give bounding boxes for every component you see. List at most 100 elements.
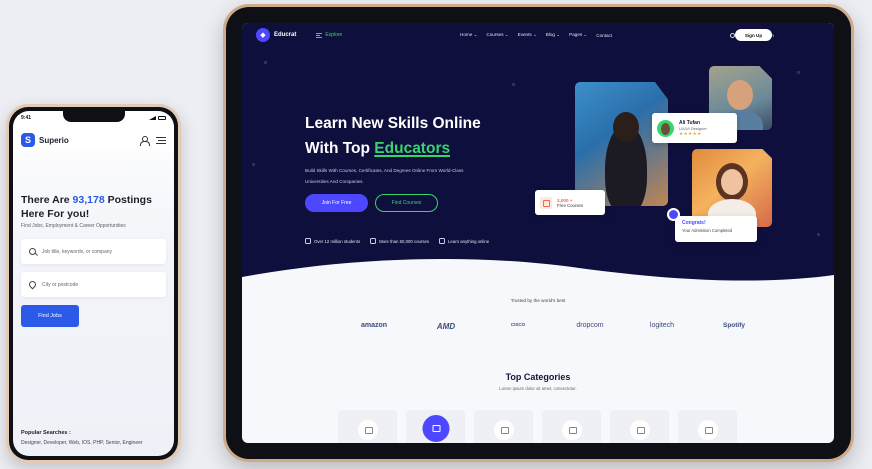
phone-hero: There Are 93,178 Postings Here For you! … bbox=[13, 193, 174, 327]
tablet-screen: ◆ Educrat Explore Home ⌄ Courses ⌄ Event… bbox=[242, 23, 834, 443]
keyword-placeholder: Job title, keywords, or company bbox=[42, 248, 113, 255]
phone-brand: Superio bbox=[39, 135, 69, 145]
category-card[interactable] bbox=[542, 410, 601, 443]
partner-logos: amazon AMD CISCO dropcom logitech Spotif… bbox=[338, 322, 770, 331]
location-field[interactable]: City or postcode bbox=[21, 272, 166, 297]
category-card[interactable] bbox=[338, 410, 397, 443]
congrats-subtitle: Your Admission Completed bbox=[682, 228, 733, 233]
instructor-role: UX/UI Designer bbox=[679, 125, 707, 131]
category-icon bbox=[493, 420, 514, 440]
instructor-card: Ali Tufan UX/UI Designer ★★★★★ bbox=[652, 113, 737, 143]
decor-dot bbox=[817, 233, 820, 236]
join-free-button[interactable]: Join For Free bbox=[305, 194, 368, 212]
category-icon bbox=[561, 420, 582, 440]
explore-menu[interactable]: Explore bbox=[316, 32, 342, 38]
category-icon bbox=[357, 420, 378, 440]
feature-online-label: Learn anything online bbox=[448, 238, 490, 244]
nav-pages[interactable]: Pages ⌄ bbox=[569, 32, 587, 38]
nav-courses[interactable]: Courses ⌄ bbox=[486, 32, 508, 38]
user-icon[interactable] bbox=[140, 135, 150, 146]
hamburger-menu-icon[interactable] bbox=[156, 136, 166, 144]
superio-logo-icon: S bbox=[21, 133, 35, 147]
instructor-avatar bbox=[657, 119, 674, 137]
category-card[interactable] bbox=[678, 410, 737, 443]
courses-icon bbox=[370, 238, 377, 244]
student-head bbox=[613, 112, 639, 142]
category-icon bbox=[697, 420, 718, 440]
hero-prefix: There Are bbox=[21, 194, 73, 206]
category-card[interactable] bbox=[474, 410, 533, 443]
hero-title-prefix: With Top bbox=[305, 140, 375, 157]
decor-dot bbox=[252, 163, 255, 166]
phone-device: 9:41 S Superio There Are 93,178 Postings… bbox=[6, 104, 181, 463]
status-icons bbox=[149, 116, 166, 120]
explore-label: Explore bbox=[325, 32, 343, 38]
student-photo-1 bbox=[575, 82, 668, 206]
category-card-active[interactable] bbox=[406, 410, 465, 443]
nav-contact[interactable]: Contact bbox=[596, 33, 612, 38]
tablet-bezel: ◆ Educrat Explore Home ⌄ Courses ⌄ Event… bbox=[226, 7, 851, 459]
hero-title-accent: Educators bbox=[374, 140, 451, 157]
online-icon bbox=[439, 238, 446, 244]
nav-links: Home ⌄ Courses ⌄ Events ⌄ Blog ⌄ Pages ⌄… bbox=[460, 23, 612, 47]
educrat-logo[interactable]: ◆ Educrat bbox=[256, 28, 296, 42]
nav-blog[interactable]: Blog ⌄ bbox=[546, 32, 560, 38]
phone-bezel: 9:41 S Superio There Are 93,178 Postings… bbox=[9, 107, 178, 460]
nav-events[interactable]: Events ⌄ bbox=[518, 32, 537, 38]
student-face bbox=[721, 169, 743, 195]
battery-icon bbox=[158, 116, 166, 120]
status-time: 9:41 bbox=[21, 115, 32, 121]
feature-courses: More than 60,000 courses bbox=[370, 238, 429, 244]
nav-home[interactable]: Home ⌄ bbox=[460, 32, 477, 38]
category-card[interactable] bbox=[610, 410, 669, 443]
signal-icon bbox=[149, 116, 156, 120]
category-cards bbox=[338, 410, 737, 443]
hero-features: Over 12 million students More than 60,00… bbox=[305, 238, 489, 244]
dropcom-logo: dropcom bbox=[576, 322, 604, 329]
decor-dot bbox=[797, 71, 800, 74]
categories-title: Top Categories bbox=[505, 372, 571, 382]
student-face bbox=[727, 80, 753, 110]
cisco-logo: CISCO bbox=[510, 322, 526, 327]
search-icon bbox=[29, 248, 36, 255]
logitech-logo: logitech bbox=[649, 322, 675, 329]
find-jobs-button[interactable]: Find Jobs bbox=[21, 305, 79, 327]
hero-title-line2: With Top Educators bbox=[305, 136, 481, 161]
phone-notch bbox=[62, 111, 125, 122]
location-placeholder: City or postcode bbox=[42, 281, 79, 288]
categories-subtitle: Lorem ipsum dolor sit amet, consectetur. bbox=[499, 386, 577, 391]
trusted-heading: Trusted by the world's best bbox=[510, 298, 566, 303]
feature-online: Learn anything online bbox=[439, 238, 489, 244]
phone-screen: 9:41 S Superio There Are 93,178 Postings… bbox=[13, 111, 174, 456]
phone-header-icons bbox=[140, 135, 166, 146]
phone-logo[interactable]: S Superio bbox=[21, 133, 69, 147]
feature-students-label: Over 12 million students bbox=[314, 238, 361, 244]
amazon-logo: amazon bbox=[360, 322, 388, 329]
popular-searches-title: Popular Searches : bbox=[21, 430, 71, 436]
feature-courses-label: More than 60,000 courses bbox=[379, 238, 430, 244]
congrats-card: Congrats! Your Admission Completed bbox=[675, 216, 757, 242]
hero-title: Learn New Skills Online With Top Educato… bbox=[305, 111, 481, 161]
signup-button[interactable]: Sign Up bbox=[735, 29, 772, 41]
hero-count: 93,178 bbox=[72, 194, 105, 206]
students-icon bbox=[305, 238, 311, 244]
hero-description: Build Skills With Courses, Certificates,… bbox=[305, 168, 464, 184]
popular-searches: Popular Searches : Designer, Developer, … bbox=[21, 430, 143, 446]
instructor-info: Ali Tufan UX/UI Designer ★★★★★ bbox=[679, 120, 707, 137]
brand-name: Educrat bbox=[274, 32, 297, 38]
keyword-search-field[interactable]: Job title, keywords, or company bbox=[21, 239, 166, 264]
popular-searches-list[interactable]: Designer, Developer, Web, IOS, PHP, Seni… bbox=[21, 440, 143, 446]
hero-title-line1: Learn New Skills Online bbox=[305, 115, 481, 132]
spotify-logo: Spotify bbox=[722, 322, 746, 329]
amd-logo: AMD bbox=[436, 322, 456, 331]
phone-hero-subtitle: Find Jobs, Employment & Career Opportuni… bbox=[21, 223, 126, 229]
decor-dot bbox=[512, 83, 515, 86]
category-icon bbox=[629, 420, 650, 440]
find-courses-button[interactable]: Find Courses bbox=[375, 194, 438, 212]
free-courses-label: Free Courses bbox=[557, 202, 584, 208]
location-pin-icon bbox=[27, 279, 38, 290]
tablet-device: ◆ Educrat Explore Home ⌄ Courses ⌄ Event… bbox=[223, 4, 854, 462]
explore-menu-icon bbox=[316, 32, 323, 38]
courses-icon bbox=[540, 196, 552, 209]
admission-badge-icon bbox=[667, 208, 680, 221]
